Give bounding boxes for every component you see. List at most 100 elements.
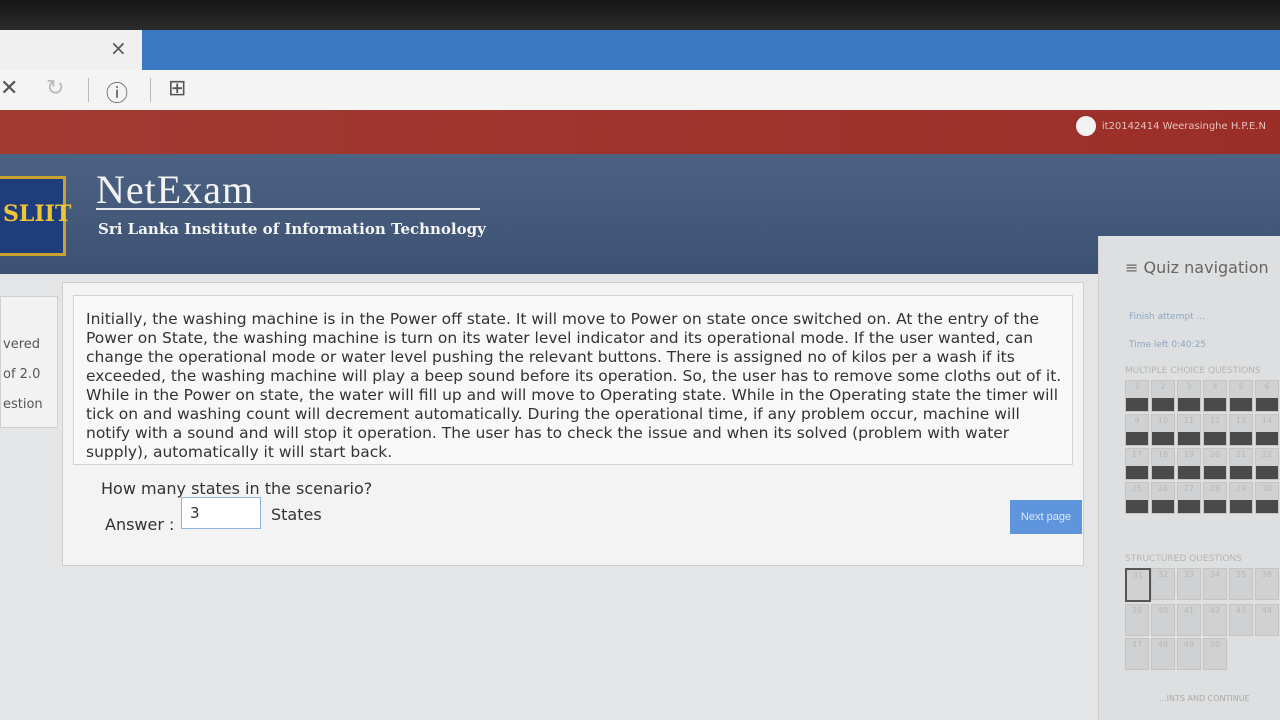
question-nav-button[interactable]: 42 bbox=[1203, 604, 1227, 636]
question-nav-button[interactable]: 30 bbox=[1255, 482, 1279, 514]
question-number: 18 bbox=[1157, 450, 1169, 459]
question-nav-button[interactable]: 43 bbox=[1229, 604, 1253, 636]
question-nav-button[interactable]: 21 bbox=[1229, 448, 1253, 480]
screen: × ✕ ↻ ⓘ ⊞ it20142414 Weerasinghe H.P.E.N… bbox=[0, 0, 1280, 720]
question-nav-button[interactable]: 39 bbox=[1125, 604, 1149, 636]
question-nav-button[interactable]: 28 bbox=[1203, 482, 1227, 514]
answered-indicator bbox=[1204, 500, 1226, 513]
question-number: 17 bbox=[1131, 450, 1143, 459]
logo-text: SLIIT bbox=[3, 201, 72, 227]
question-number: 12 bbox=[1209, 416, 1221, 425]
question-number: 4 bbox=[1212, 382, 1218, 391]
question-nav-button[interactable]: 3 bbox=[1177, 380, 1201, 412]
answered-indicator bbox=[1230, 500, 1252, 513]
question-prompt: How many states in the scenario? bbox=[101, 479, 373, 498]
question-nav-button[interactable]: 22 bbox=[1255, 448, 1279, 480]
answered-indicator bbox=[1204, 466, 1226, 479]
question-number: 13 bbox=[1235, 416, 1247, 425]
question-nav-button[interactable]: 9 bbox=[1125, 414, 1149, 446]
page-icon[interactable]: ⊞ bbox=[168, 76, 186, 101]
question-nav-button[interactable]: 36 bbox=[1255, 568, 1279, 600]
question-nav-button[interactable]: 34 bbox=[1203, 568, 1227, 600]
question-nav-button[interactable]: 33 bbox=[1177, 568, 1201, 600]
question-nav-button[interactable]: 48 bbox=[1151, 638, 1175, 670]
answered-indicator bbox=[1178, 466, 1200, 479]
question-number: 44 bbox=[1261, 606, 1273, 615]
question-nav-button[interactable]: 47 bbox=[1125, 638, 1149, 670]
question-nav-button[interactable]: 40 bbox=[1151, 604, 1175, 636]
question-nav-button[interactable]: 4 bbox=[1203, 380, 1227, 412]
answered-indicator bbox=[1126, 466, 1148, 479]
question-nav-button[interactable]: 17 bbox=[1125, 448, 1149, 480]
time-left: Time left 0:40:25 bbox=[1129, 340, 1207, 350]
question-nav-button[interactable]: 29 bbox=[1229, 482, 1253, 514]
question-nav-button[interactable]: 2 bbox=[1151, 380, 1175, 412]
answered-indicator bbox=[1152, 500, 1174, 513]
finish-attempt-link[interactable]: Finish attempt ... bbox=[1129, 312, 1205, 322]
question-nav-button[interactable]: 10 bbox=[1151, 414, 1175, 446]
question-nav-button[interactable]: 19 bbox=[1177, 448, 1201, 480]
question-nav-button[interactable]: 6 bbox=[1255, 380, 1279, 412]
question-number: 29 bbox=[1235, 484, 1247, 493]
browser-tab-bar: × bbox=[0, 30, 1280, 70]
answered-indicator bbox=[1256, 432, 1278, 445]
quiz-navigation-panel: ≡ Quiz navigation Finish attempt ... Tim… bbox=[1098, 236, 1280, 720]
question-number: 39 bbox=[1131, 606, 1143, 615]
close-tab-icon[interactable]: × bbox=[110, 36, 127, 60]
question-nav-button[interactable]: 14 bbox=[1255, 414, 1279, 446]
reload-icon[interactable]: ↻ bbox=[46, 76, 64, 101]
question-nav-button[interactable]: 1 bbox=[1125, 380, 1149, 412]
structured-question-grid: 313233343536373940414243444547484950 bbox=[1125, 568, 1280, 670]
question-nav-button[interactable]: 41 bbox=[1177, 604, 1201, 636]
question-number: 40 bbox=[1157, 606, 1169, 615]
question-nav-button[interactable]: 11 bbox=[1177, 414, 1201, 446]
question-number: 9 bbox=[1134, 416, 1140, 425]
question-nav-button[interactable]: 12 bbox=[1203, 414, 1227, 446]
question-nav-button[interactable]: 49 bbox=[1177, 638, 1201, 670]
quiz-navigation-title: ≡ Quiz navigation bbox=[1125, 258, 1269, 277]
question-number: 5 bbox=[1238, 382, 1244, 391]
question-number: 2 bbox=[1160, 382, 1166, 391]
question-nav-button[interactable]: 20 bbox=[1203, 448, 1227, 480]
question-number: 25 bbox=[1131, 484, 1143, 493]
info-marks: of 2.0 bbox=[3, 367, 41, 382]
stop-icon[interactable]: ✕ bbox=[0, 76, 18, 101]
question-number: 14 bbox=[1261, 416, 1273, 425]
monitor-bezel bbox=[0, 0, 1280, 30]
answered-indicator bbox=[1204, 398, 1226, 411]
question-nav-button[interactable]: 27 bbox=[1177, 482, 1201, 514]
question-nav-button[interactable]: 31 bbox=[1125, 568, 1151, 602]
question-nav-button[interactable]: 5 bbox=[1229, 380, 1253, 412]
answer-input[interactable] bbox=[181, 497, 261, 529]
question-nav-button[interactable]: 44 bbox=[1255, 604, 1279, 636]
info-icon[interactable]: ⓘ bbox=[106, 76, 128, 108]
question-number: 11 bbox=[1183, 416, 1195, 425]
user-menu[interactable]: it20142414 Weerasinghe H.P.E.N bbox=[1075, 116, 1266, 136]
question-nav-button[interactable]: 35 bbox=[1229, 568, 1253, 600]
question-number: 21 bbox=[1235, 450, 1247, 459]
question-number: 22 bbox=[1261, 450, 1273, 459]
question-nav-button[interactable]: 18 bbox=[1151, 448, 1175, 480]
structured-section-label: STRUCTURED QUESTIONS bbox=[1125, 554, 1242, 564]
question-number: 42 bbox=[1209, 606, 1221, 615]
question-number: 10 bbox=[1157, 416, 1169, 425]
question-nav-button[interactable]: 13 bbox=[1229, 414, 1253, 446]
info-flag-question[interactable]: estion bbox=[3, 397, 43, 412]
browser-address-bar: ✕ ↻ ⓘ ⊞ bbox=[0, 70, 1280, 111]
question-nav-button[interactable]: 25 bbox=[1125, 482, 1149, 514]
answered-indicator bbox=[1204, 432, 1226, 445]
avatar bbox=[1075, 116, 1096, 136]
question-box: Initially, the washing machine is in the… bbox=[62, 282, 1084, 566]
answered-indicator bbox=[1152, 432, 1174, 445]
question-number: 47 bbox=[1131, 640, 1143, 649]
question-nav-button[interactable]: 50 bbox=[1203, 638, 1227, 670]
next-page-button[interactable]: Next page bbox=[1010, 500, 1082, 534]
question-nav-button[interactable]: 32 bbox=[1151, 568, 1175, 600]
save-continue-link[interactable]: ...INTS AND CONTINUE bbox=[1159, 694, 1250, 703]
question-number: 41 bbox=[1183, 606, 1195, 615]
browser-tab[interactable]: × bbox=[0, 30, 142, 70]
question-nav-button[interactable]: 26 bbox=[1151, 482, 1175, 514]
question-info-panel: vered of 2.0 estion bbox=[0, 296, 58, 428]
sliit-logo: SLIIT bbox=[0, 176, 71, 256]
answered-indicator bbox=[1230, 466, 1252, 479]
